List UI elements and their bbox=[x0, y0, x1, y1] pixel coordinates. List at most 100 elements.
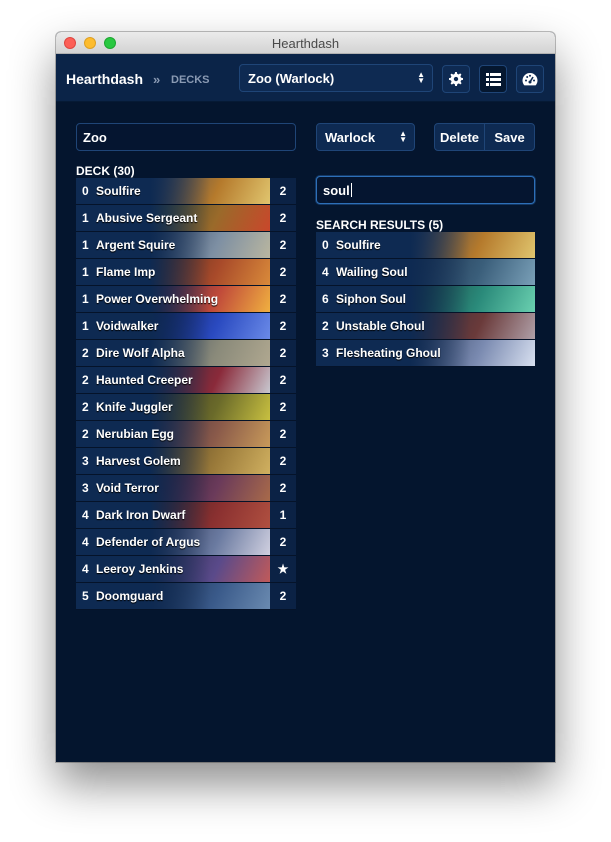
deck-name-value: Zoo bbox=[83, 130, 107, 145]
card-name: Defender of Argus bbox=[96, 535, 201, 549]
deck-select[interactable]: Zoo (Warlock) ▲ ▼ bbox=[239, 64, 433, 92]
list-view-button[interactable] bbox=[479, 65, 507, 93]
card-name: Siphon Soul bbox=[336, 292, 406, 306]
card-cost: 1 bbox=[82, 211, 89, 225]
card-name: Void Terror bbox=[96, 481, 159, 495]
card-cost: 3 bbox=[82, 481, 89, 495]
class-select[interactable]: Warlock ▲ ▼ bbox=[316, 123, 415, 151]
card-name: Flesheating Ghoul bbox=[336, 346, 441, 360]
card-name: Knife Juggler bbox=[96, 400, 173, 414]
delete-button[interactable]: Delete bbox=[435, 124, 484, 150]
card-cost: 2 bbox=[322, 319, 329, 333]
card-name: Abusive Sergeant bbox=[96, 211, 198, 225]
card-row[interactable]: 3 Void Terror 2 bbox=[76, 475, 296, 502]
card-count: 2 bbox=[270, 286, 296, 312]
card-row[interactable]: 2 Unstable Ghoul bbox=[316, 313, 535, 340]
breadcrumb-decks[interactable]: DECKS bbox=[171, 74, 210, 86]
card-cost: 2 bbox=[82, 427, 89, 441]
title-bar: Hearthdash bbox=[56, 32, 555, 54]
card-name: Nerubian Egg bbox=[96, 427, 175, 441]
deck-card-list: 0 Soulfire 2 1 Abusive Sergeant 2 1 Argent Squi… bbox=[76, 178, 296, 610]
card-name: Harvest Golem bbox=[96, 454, 181, 468]
card-row[interactable]: 2 Dire Wolf Alpha 2 bbox=[76, 340, 296, 367]
card-count: 2 bbox=[270, 259, 296, 285]
card-count: 2 bbox=[270, 529, 296, 555]
card-count: 2 bbox=[270, 448, 296, 474]
card-count: 2 bbox=[270, 583, 296, 609]
card-row[interactable]: 1 Argent Squire 2 bbox=[76, 232, 296, 259]
brand-link[interactable]: Hearthdash bbox=[66, 71, 143, 87]
card-cost: 2 bbox=[82, 400, 89, 414]
card-cost: 4 bbox=[322, 265, 329, 279]
card-cost: 2 bbox=[82, 373, 89, 387]
card-row[interactable]: 4 Wailing Soul bbox=[316, 259, 535, 286]
card-name: Wailing Soul bbox=[336, 265, 408, 279]
card-row[interactable]: 4 Dark Iron Dwarf 1 bbox=[76, 502, 296, 529]
settings-button[interactable] bbox=[442, 65, 470, 93]
card-name: Soulfire bbox=[96, 184, 141, 198]
dashboard-button[interactable] bbox=[516, 65, 544, 93]
card-cost: 4 bbox=[82, 508, 89, 522]
card-count: 2 bbox=[270, 475, 296, 501]
card-count: 2 bbox=[270, 178, 296, 204]
card-row[interactable]: 2 Nerubian Egg 2 bbox=[76, 421, 296, 448]
window-title: Hearthdash bbox=[271, 36, 340, 51]
gear-icon bbox=[449, 72, 463, 86]
card-count: 2 bbox=[270, 313, 296, 339]
list-icon bbox=[485, 72, 501, 86]
card-art-fade bbox=[410, 286, 470, 312]
card-name: Power Overwhelming bbox=[96, 292, 219, 306]
card-row[interactable]: 3 Harvest Golem 2 bbox=[76, 448, 296, 475]
card-name: Leeroy Jenkins bbox=[96, 562, 184, 576]
card-row[interactable]: 0 Soulfire 2 bbox=[76, 178, 296, 205]
card-art-fade bbox=[410, 232, 470, 258]
deck-title: DECK (30) bbox=[76, 165, 296, 179]
card-count: 2 bbox=[270, 367, 296, 393]
card-art-fade bbox=[150, 259, 210, 285]
card-count: ★ bbox=[270, 556, 296, 582]
card-row[interactable]: 1 Flame Imp 2 bbox=[76, 259, 296, 286]
card-row[interactable]: 5 Doomguard 2 bbox=[76, 583, 296, 610]
card-cost: 2 bbox=[82, 346, 89, 360]
card-cost: 3 bbox=[322, 346, 329, 360]
card-name: Haunted Creeper bbox=[96, 373, 193, 387]
card-row[interactable]: 2 Knife Juggler 2 bbox=[76, 394, 296, 421]
card-cost: 6 bbox=[322, 292, 329, 306]
card-row[interactable]: 1 Abusive Sergeant 2 bbox=[76, 205, 296, 232]
card-cost: 1 bbox=[82, 292, 89, 306]
card-cost: 3 bbox=[82, 454, 89, 468]
card-name: Dire Wolf Alpha bbox=[96, 346, 185, 360]
search-value: soul bbox=[323, 183, 350, 198]
card-row[interactable]: 2 Haunted Creeper 2 bbox=[76, 367, 296, 394]
breadcrumb-separator: » bbox=[153, 72, 161, 87]
card-row[interactable]: 3 Flesheating Ghoul bbox=[316, 340, 535, 367]
card-name: Flame Imp bbox=[96, 265, 156, 279]
card-row[interactable]: 0 Soulfire bbox=[316, 232, 535, 259]
card-row[interactable]: 4 Leeroy Jenkins ★ bbox=[76, 556, 296, 583]
card-count: 2 bbox=[270, 340, 296, 366]
card-cost: 1 bbox=[82, 265, 89, 279]
deck-name-input[interactable]: Zoo bbox=[76, 123, 296, 151]
save-button[interactable]: Save bbox=[484, 124, 534, 150]
card-art-fade bbox=[150, 313, 210, 339]
card-search-input[interactable]: soul bbox=[316, 176, 535, 204]
card-cost: 4 bbox=[82, 562, 89, 576]
card-count: 2 bbox=[270, 394, 296, 420]
card-row[interactable]: 6 Siphon Soul bbox=[316, 286, 535, 313]
card-cost: 0 bbox=[82, 184, 89, 198]
card-row[interactable]: 1 Power Overwhelming 2 bbox=[76, 286, 296, 313]
class-select-value: Warlock bbox=[325, 130, 376, 145]
card-row[interactable]: 4 Defender of Argus 2 bbox=[76, 529, 296, 556]
deck-actions: Delete Save bbox=[434, 123, 535, 151]
search-results-list: 0 Soulfire 4 Wailing Soul 6 Siphon Soul 2 Unsta… bbox=[316, 232, 535, 367]
search-results-title: SEARCH RESULTS (5) bbox=[316, 219, 535, 233]
card-cost: 0 bbox=[322, 238, 329, 252]
card-cost: 5 bbox=[82, 589, 89, 603]
card-row[interactable]: 1 Voidwalker 2 bbox=[76, 313, 296, 340]
navbar: Hearthdash » DECKS Zoo (Warlock) ▲ ▼ bbox=[56, 54, 555, 102]
card-cost: 4 bbox=[82, 535, 89, 549]
card-count: 2 bbox=[270, 232, 296, 258]
card-name: Doomguard bbox=[96, 589, 164, 603]
card-count: 1 bbox=[270, 502, 296, 528]
card-name: Soulfire bbox=[336, 238, 381, 252]
